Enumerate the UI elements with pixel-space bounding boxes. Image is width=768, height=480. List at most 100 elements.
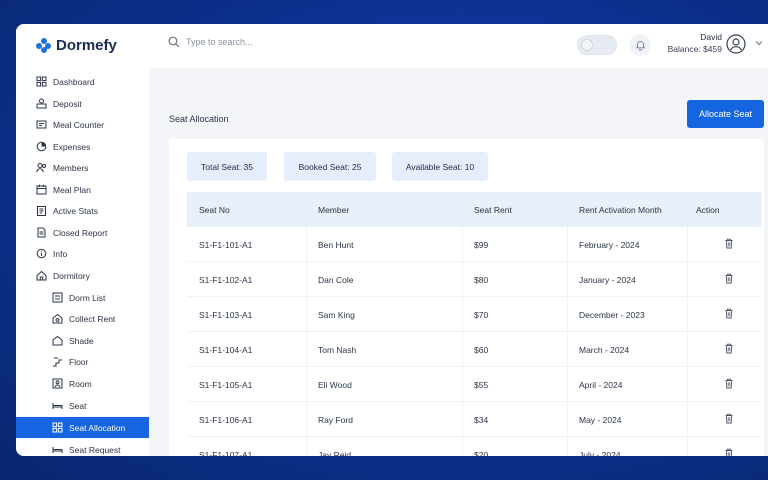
cell-seat-rent: $99 [474,240,489,250]
delete-icon[interactable] [724,378,734,389]
cell-seat-no: S1-F1-107-A1 [199,450,253,456]
search-input[interactable] [186,37,346,47]
table-row[interactable]: S1-F1-107-A1 Jay Reid $20 July - 2024 [187,437,762,456]
booked-seat-badge: Booked Seat: 25 [284,152,376,181]
delete-icon[interactable] [724,308,734,319]
page-title: Seat Allocation [169,114,229,124]
sidebar-subitem-room[interactable]: Room [16,373,149,394]
sidebar-subitem-shade[interactable]: Shade [16,330,149,351]
sidebar-item-info[interactable]: Info [16,243,149,264]
table-row[interactable]: S1-F1-104-A1 Tom Nash $60 March - 2024 [187,332,762,367]
column-divider [306,402,307,437]
column-divider [687,297,688,332]
table-header: Seat No Member Seat Rent Rent Activation… [187,192,762,227]
members-icon [36,163,46,173]
app-window: Dormefy David Balance: $459 [16,24,768,456]
notification-button[interactable] [629,34,651,56]
delete-icon[interactable] [724,343,734,354]
meal-counter-icon [36,120,47,129]
available-seat-badge: Available Seat: 10 [392,152,488,181]
allocate-seat-button[interactable]: Allocate Seat [687,100,764,128]
delete-icon[interactable] [724,273,734,284]
column-divider [687,227,688,262]
sidebar-subitem-dorm-list[interactable]: Dorm List [16,287,149,308]
column-divider [462,402,463,437]
report-icon [37,227,46,238]
sidebar-item-label: Dorm List [69,292,106,303]
cell-rent-activation-month: January - 2024 [579,275,636,285]
sidebar-item-label: Room [69,378,92,389]
column-header-rent-activation-month[interactable]: Rent Activation Month [579,205,662,215]
sidebar-item-members[interactable]: Members [16,157,149,178]
column-divider [462,367,463,402]
shade-icon [52,335,63,346]
table-row[interactable]: S1-F1-101-A1 Ben Hunt $99 February - 2024 [187,227,762,262]
grid-icon [36,76,47,87]
table-row[interactable]: S1-F1-103-A1 Sam King $70 December - 2023 [187,297,762,332]
sidebar-item-dashboard[interactable]: Dashboard [16,71,149,92]
table-row[interactable]: S1-F1-102-A1 Dan Cole $80 January - 2024 [187,262,762,297]
cell-member: Sam King [318,310,355,320]
sidebar-item-active-stats[interactable]: Active Stats [16,200,149,221]
sidebar-item-meal-counter[interactable]: Meal Counter [16,114,149,135]
floor-icon [53,357,62,367]
sidebar-subitem-seat-allocation[interactable]: Seat Allocation [16,417,149,438]
sidebar-item-meal-plan[interactable]: Meal Plan [16,179,149,200]
clipboard-icon [37,206,46,216]
cell-seat-no: S1-F1-104-A1 [199,345,253,355]
sidebar-item-deposit[interactable]: Deposit [16,93,149,114]
sidebar-item-label: Closed Report [53,227,108,238]
avatar-icon[interactable] [726,34,746,54]
sidebar-item-dormitory[interactable]: Dormitory [16,265,149,286]
brand[interactable]: Dormefy [36,37,117,54]
toggle-knob [581,39,593,51]
column-divider [687,402,688,437]
cell-seat-rent: $80 [474,275,489,285]
user-info[interactable]: David Balance: $459 [660,32,722,54]
column-header-member[interactable]: Member [318,205,349,215]
user-balance: Balance: $459 [667,44,722,54]
column-divider [567,227,568,262]
delete-icon[interactable] [724,238,734,249]
column-divider [306,262,307,297]
cell-rent-activation-month: March - 2024 [579,345,630,355]
column-divider [567,437,568,456]
column-divider [567,332,568,367]
home-icon [36,270,47,281]
sidebar-item-label: Seat [69,400,87,411]
sidebar-item-label: Dashboard [53,76,95,87]
column-header-seat-rent[interactable]: Seat Rent [474,205,512,215]
deposit-icon [36,98,47,109]
expenses-icon [36,141,47,152]
table-row[interactable]: S1-F1-106-A1 Ray Ford $34 May - 2024 [187,402,762,437]
theme-toggle[interactable] [577,35,617,55]
sidebar-item-closed-report[interactable]: Closed Report [16,222,149,243]
delete-icon[interactable] [724,448,734,456]
sidebar-item-label: Dormitory [53,270,90,281]
sidebar-item-label: Floor [69,356,89,367]
chevron-down-icon[interactable] [755,39,763,47]
sidebar-subitem-seat[interactable]: Seat [16,395,149,416]
column-divider [462,227,463,262]
bed-icon [52,403,63,409]
sidebar-item-expenses[interactable]: Expenses [16,136,149,157]
sidebar-item-label: Members [53,162,89,173]
cell-rent-activation-month: December - 2023 [579,310,645,320]
column-divider [306,367,307,402]
sidebar-item-label: Meal Counter [53,119,105,130]
column-divider [567,402,568,437]
cell-seat-rent: $20 [474,450,489,456]
sidebar-subitem-seat-request[interactable]: Seat Request [16,439,149,456]
sidebar: Dashboard Deposit Meal Counter Expenses … [16,68,149,456]
column-divider [687,437,688,456]
sidebar-subitem-collect-rent[interactable]: Collect Rent [16,308,149,329]
delete-icon[interactable] [724,413,734,424]
room-icon [52,378,63,389]
table-row[interactable]: S1-F1-105-A1 Eli Wood $55 April - 2024 [187,367,762,402]
column-divider [462,262,463,297]
sidebar-item-label: Expenses [53,141,91,152]
sidebar-subitem-floor[interactable]: Floor [16,351,149,372]
column-header-seat-no[interactable]: Seat No [199,205,230,215]
seat-allocation-panel: Total Seat: 35 Booked Seat: 25 Available… [169,139,764,456]
column-divider [567,367,568,402]
